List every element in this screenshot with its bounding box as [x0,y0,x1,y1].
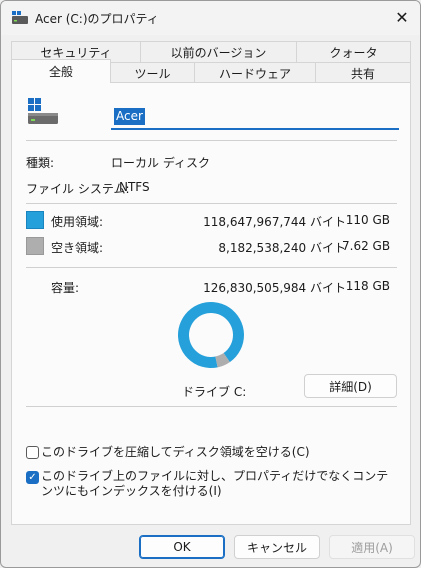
tab-sharing[interactable]: 共有 [315,62,411,84]
divider [26,267,397,268]
free-space-swatch [26,237,44,255]
capacity-label: 容量: [51,281,80,295]
type-value: ローカル ディスク [111,156,210,170]
drive-icon [12,11,28,24]
drive-name-value[interactable]: Acer [114,108,145,125]
details-button[interactable]: 詳細(D) [304,374,397,398]
index-checkbox[interactable]: ✓ [26,471,39,484]
general-panel: Acer 種類: ローカル ディスク ファイル システム: NTFS 使用領域:… [11,82,411,525]
window-title: Acer (C:)のプロパティ [35,12,159,26]
usage-donut-chart [178,302,245,368]
properties-window: Acer (C:)のプロパティ ✕ セキュリティ 以前のバージョン クォータ ツ… [0,0,421,568]
free-space-bytes: 8,182,538,240 バイト [218,241,346,255]
cancel-button[interactable]: キャンセル [234,535,320,559]
drive-name-field[interactable] [111,104,399,130]
tab-hardware[interactable]: ハードウェア [194,62,316,84]
index-label[interactable]: このドライブ上のファイルに対し、プロパティだけでなくコンテンツにもインデックスを… [41,469,393,499]
used-space-gb: 110 GB [345,213,390,227]
drive-icon [28,98,58,124]
tab-general[interactable]: 全般 [11,59,111,83]
capacity-gb: 118 GB [345,279,390,293]
capacity-bytes: 126,830,505,984 バイト [203,281,346,295]
filesystem-label: ファイル システム: [26,182,130,196]
drive-label: ドライブ C: [182,385,247,399]
divider [26,140,397,141]
tab-tools[interactable]: ツール [110,62,195,84]
apply-button[interactable]: 適用(A) [329,535,415,559]
compress-checkbox[interactable] [26,446,39,459]
tab-quota[interactable]: クォータ [296,41,411,63]
close-button[interactable]: ✕ [382,1,420,33]
used-space-swatch [26,211,44,229]
free-space-label: 空き領域: [51,241,104,255]
title-bar: Acer (C:)のプロパティ ✕ [1,1,420,35]
divider [26,203,397,204]
filesystem-value: NTFS [119,180,150,194]
free-space-gb: 7.62 GB [342,239,391,253]
donut-slice-used [178,302,245,368]
divider [26,406,397,407]
tab-previous-versions[interactable]: 以前のバージョン [140,41,297,63]
ok-button[interactable]: OK [139,535,225,559]
used-space-bytes: 118,647,967,744 バイト [203,215,346,229]
used-space-label: 使用領域: [51,215,104,229]
type-label: 種類: [26,156,55,170]
compress-label[interactable]: このドライブを圧縮してディスク領域を空ける(C) [41,445,401,460]
